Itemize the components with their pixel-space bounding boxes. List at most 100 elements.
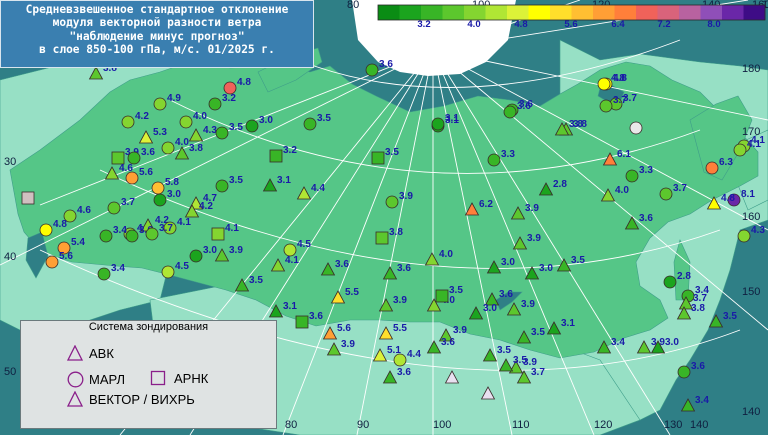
station-value-label: 3.1	[561, 318, 575, 329]
grid-label: 40	[4, 251, 16, 263]
grid-label: 100	[433, 419, 451, 431]
title-line: Средневзвешенное стандартное отклонение	[25, 3, 289, 16]
station-value-label: 4.4	[311, 183, 325, 194]
title-line: модуля векторной разности ветра	[52, 16, 262, 30]
station-circle	[245, 119, 259, 133]
station-circle	[625, 169, 639, 183]
station-marker[interactable]	[629, 121, 643, 135]
station-square	[375, 231, 389, 245]
station-value-label: 5.8	[165, 177, 179, 188]
station-value-label: 4.8	[53, 219, 67, 230]
colorbar-swatch	[528, 5, 551, 20]
station-value-label: 3.6	[517, 101, 531, 112]
legend-label: АРНК	[174, 371, 209, 386]
station-value-label: 3.6	[691, 361, 705, 372]
colorbar-tick-label: 4.0	[467, 19, 480, 30]
station-value-label: 2.8	[677, 271, 691, 282]
colorbar-swatch	[442, 5, 465, 20]
colorbar-swatch	[399, 5, 422, 20]
station-value-label: 6.1	[617, 149, 631, 160]
station-square	[21, 191, 35, 205]
grid-label: 80	[347, 0, 359, 11]
station-value-label: 3.1	[277, 175, 291, 186]
station-value-label: 3.9	[453, 325, 467, 336]
station-value-label: 3.9	[399, 191, 413, 202]
station-value-label: 3.8	[569, 119, 583, 130]
legend-label: ВЕКТОР / ВИХРЬ	[89, 392, 195, 407]
square-icon	[150, 370, 166, 386]
station-value-label: 3.2	[283, 145, 297, 156]
station-value-label: 3.6	[309, 311, 323, 322]
station-circle	[107, 201, 121, 215]
station-value-label: 4.2	[199, 201, 213, 212]
station-value-label: 8.1	[741, 189, 755, 200]
station-marker[interactable]: 3.4	[680, 395, 710, 412]
station-value-label: 3.4	[695, 395, 709, 406]
station-value-label: 4.1	[177, 217, 191, 228]
colorbar-swatch	[550, 5, 572, 20]
station-value-label: 3.7	[121, 197, 135, 208]
station-value-label: 3.5	[229, 175, 243, 186]
station-value-label: 4.5	[175, 261, 189, 272]
station-square	[435, 289, 449, 303]
station-circle	[503, 105, 517, 119]
grid-label: 80	[285, 419, 297, 431]
station-circle	[663, 275, 677, 289]
station-circle	[737, 229, 751, 243]
station-value-label: 3.2	[222, 93, 236, 104]
station-value-label: 3.1	[283, 301, 297, 312]
station-value-label: 3.6	[141, 147, 155, 158]
station-value-label: 3.9	[229, 245, 243, 256]
station-value-label: 5.5	[345, 287, 359, 298]
grid-label: 150	[742, 286, 760, 298]
circle-icon	[67, 371, 84, 388]
colorbar-swatch	[657, 5, 680, 20]
station-value-label: 3.5	[497, 345, 511, 356]
grid-label: 50	[4, 366, 16, 378]
station-value-label: 3.9	[521, 299, 535, 310]
station-circle	[153, 97, 167, 111]
station-circle	[45, 255, 59, 269]
station-marker[interactable]	[21, 191, 35, 205]
station-value-label: 3.5	[229, 122, 243, 133]
colorbar-tick-label: 7.2	[657, 19, 670, 30]
station-value-label: 3.0	[203, 245, 217, 256]
station-value-label: 3.5	[723, 311, 737, 322]
triangle-icon	[67, 345, 83, 361]
station-square	[211, 227, 225, 241]
station-value-label: 4.8	[721, 193, 735, 204]
station-value-label: 3.4	[611, 337, 625, 348]
station-value-label: 3.3	[639, 165, 653, 176]
colorbar-tick-label: 5.6	[564, 19, 577, 30]
station-value-label: 4.0	[175, 137, 189, 148]
station-value-label: 4.5	[297, 239, 311, 250]
grid-label: 90	[357, 419, 369, 431]
station-circle	[179, 115, 193, 129]
station-marker[interactable]: 3.6	[365, 59, 393, 77]
grid-label: 140	[690, 419, 708, 431]
colorbar-swatch	[700, 5, 723, 20]
station-circle	[121, 115, 135, 129]
station-value-label: 3.9	[527, 233, 541, 244]
legend-label: АВК	[89, 346, 114, 361]
station-value-label: 3.5	[249, 275, 263, 286]
station-circle	[629, 121, 643, 135]
station-circle	[189, 249, 203, 263]
colorbar-tick-label: 8.0	[707, 19, 720, 30]
station-value-label: 3.8	[389, 227, 403, 238]
station-circle	[705, 161, 719, 175]
station-circle	[215, 126, 229, 140]
colorbar-tick-label: 6.4	[611, 19, 625, 30]
map-view: 8010012014016017018017016015014080901001…	[0, 0, 768, 435]
station-value-label: 3.7	[673, 183, 687, 194]
grid-label: 130	[664, 419, 682, 431]
station-value-label: 3.0	[483, 303, 497, 314]
station-value-label: 3.5	[385, 147, 399, 158]
station-value-label: 3.6	[379, 59, 393, 70]
grid-label: 110	[512, 419, 530, 431]
station-value-label: 4.6	[77, 205, 91, 216]
title-line: "наблюдение минус прогноз"	[69, 29, 245, 43]
station-value-label: 3.0	[539, 263, 553, 274]
station-circle	[431, 117, 445, 131]
station-circle	[125, 229, 139, 243]
